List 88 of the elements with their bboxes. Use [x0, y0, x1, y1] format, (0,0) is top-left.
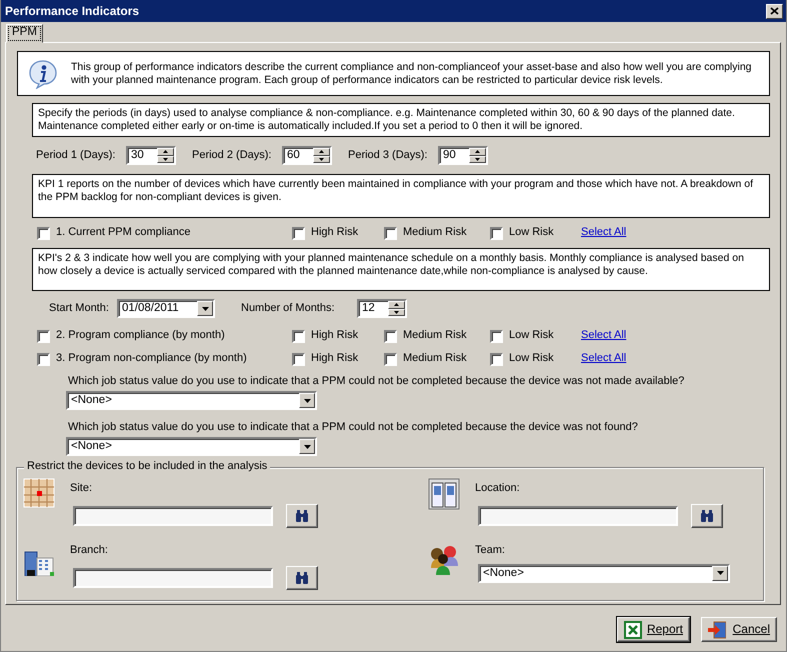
- info-icon: [28, 58, 58, 88]
- report-button[interactable]: Report: [617, 617, 690, 642]
- close-icon: [770, 7, 779, 15]
- checkbox-label: Low Risk: [509, 352, 554, 366]
- checkbox[interactable]: [292, 352, 305, 366]
- checkbox[interactable]: [384, 330, 397, 342]
- select-all-link[interactable]: Select All: [581, 352, 626, 366]
- down-arrow-icon: [319, 158, 324, 161]
- checkbox[interactable]: [384, 226, 397, 240]
- dropdown-arrow-icon: [716, 571, 724, 576]
- search-button[interactable]: [286, 566, 318, 590]
- field-label: Branch:: [70, 544, 109, 558]
- description-text: Specify the periods (in days) used to analyse compliance & non-compliance. e.g. Maintenance completed within 30, 60 & 90 days of the planned date. Maintenance completed either early or on-time is automatically included.If you set a period to 0 then it will be ignored.: [32, 103, 770, 137]
- checkbox-label: Low Risk: [509, 226, 554, 240]
- number-field[interactable]: 30: [126, 146, 176, 165]
- field-label: Period 3 (Days):: [348, 148, 428, 162]
- tab[interactable]: PPM: [6, 24, 43, 43]
- binoculars-icon: [295, 572, 309, 584]
- up-arrow-icon: [163, 150, 168, 154]
- checkbox[interactable]: [490, 226, 503, 240]
- spin-buttons[interactable]: [313, 148, 330, 163]
- exit-icon: [708, 620, 726, 638]
- search-button[interactable]: [286, 504, 318, 528]
- checkbox-label: High Risk: [311, 329, 358, 343]
- info-text: This group of performance indicators describe the current compliance and non-complianceof your asset-base and also how well you are complying with your planned maintenance program. Each group of performance indicators can be restricted to particular device risk levels.: [71, 60, 753, 86]
- spreadsheet-icon: [624, 620, 642, 638]
- people-icon: [428, 544, 460, 576]
- down-arrow-icon: [475, 158, 480, 161]
- checkbox[interactable]: [384, 352, 397, 366]
- search-button[interactable]: [691, 504, 723, 528]
- spin-buttons[interactable]: [469, 148, 486, 163]
- checkbox[interactable]: [37, 226, 50, 240]
- binoculars-icon: [700, 510, 714, 522]
- spin-buttons[interactable]: [157, 148, 174, 163]
- question-text: Which job status value do you use to indicate that a PPM could not be completed because the device was not made available?: [68, 375, 686, 388]
- number-field[interactable]: 90: [438, 146, 488, 165]
- checkbox-label: 1. Current PPM compliance: [56, 226, 190, 240]
- select-all-link[interactable]: Select All: [581, 226, 626, 240]
- field-label: Location:: [475, 482, 521, 496]
- map-icon: [23, 478, 55, 510]
- field-label: Site:: [70, 482, 94, 496]
- dropdown[interactable]: 01/08/2011: [117, 299, 215, 318]
- question-text: Which job status value do you use to indicate that a PPM could not be completed because the device was not found?: [68, 421, 639, 434]
- checkbox[interactable]: [490, 330, 503, 342]
- number-field[interactable]: 12: [357, 299, 407, 318]
- checkbox[interactable]: [37, 330, 50, 342]
- checkbox-label: 3. Program non-compliance (by month): [56, 352, 247, 366]
- description-text: KPI's 2 & 3 indicate how well you are complying with your planned maintenance schedule on a monthly basis. Monthly compliance is analysed based on how closely a device is actually serviced compared with the planned maintenance date,while non-compliance is analysed by cause.: [32, 248, 770, 291]
- window-title: Performance Indicators: [5, 4, 140, 18]
- up-arrow-icon: [319, 150, 324, 154]
- dropdown-arrow-icon: [304, 444, 310, 449]
- checkbox-label: Low Risk: [509, 329, 554, 343]
- down-arrow-icon: [163, 158, 168, 161]
- up-arrow-icon: [394, 303, 399, 306]
- spin-buttons[interactable]: [388, 301, 405, 316]
- checkbox[interactable]: [292, 330, 305, 342]
- select-all-link[interactable]: Select All: [581, 329, 626, 343]
- checkbox-label: High Risk: [311, 352, 358, 366]
- close-button[interactable]: [766, 4, 783, 18]
- checkbox[interactable]: [490, 352, 503, 366]
- dropdown[interactable]: <None>: [66, 437, 317, 456]
- text-field[interactable]: [478, 506, 678, 526]
- binoculars-icon: [295, 510, 309, 522]
- field-label: Period 2 (Days):: [192, 148, 272, 162]
- checkbox-label: Medium Risk: [403, 226, 467, 240]
- field-label: Team:: [475, 544, 506, 558]
- cancel-button[interactable]: Cancel: [701, 617, 777, 642]
- description-text: KPI 1 reports on the number of devices which have currently been maintained in compliance with your program and those which have not. A breakdown of the PPM backlog for non-compliant devices is given.: [32, 174, 770, 218]
- dropdown-arrow-icon: [202, 306, 208, 310]
- checkbox-label: Medium Risk: [403, 352, 467, 366]
- checkbox-label: Medium Risk: [403, 329, 467, 343]
- checkbox-label: 2. Program compliance (by month): [56, 329, 225, 343]
- checkbox[interactable]: [292, 226, 305, 240]
- up-arrow-icon: [475, 150, 480, 154]
- text-field[interactable]: [73, 506, 273, 526]
- checkbox[interactable]: [37, 352, 50, 366]
- dropdown-arrow-icon: [304, 398, 310, 403]
- field-label: Number of Months:: [241, 302, 336, 316]
- field-label: Start Month:: [49, 302, 110, 316]
- dropdown[interactable]: <None>: [478, 564, 730, 583]
- number-field[interactable]: 60: [282, 146, 332, 165]
- text-field[interactable]: [73, 568, 273, 588]
- checkbox-label: High Risk: [311, 226, 358, 240]
- dropdown[interactable]: <None>: [66, 391, 317, 410]
- field-label: Period 1 (Days):: [36, 148, 116, 162]
- door-icon: [428, 478, 460, 510]
- down-arrow-icon: [394, 310, 399, 314]
- group-title: Restrict the devices to be included in the analysis: [24, 460, 270, 474]
